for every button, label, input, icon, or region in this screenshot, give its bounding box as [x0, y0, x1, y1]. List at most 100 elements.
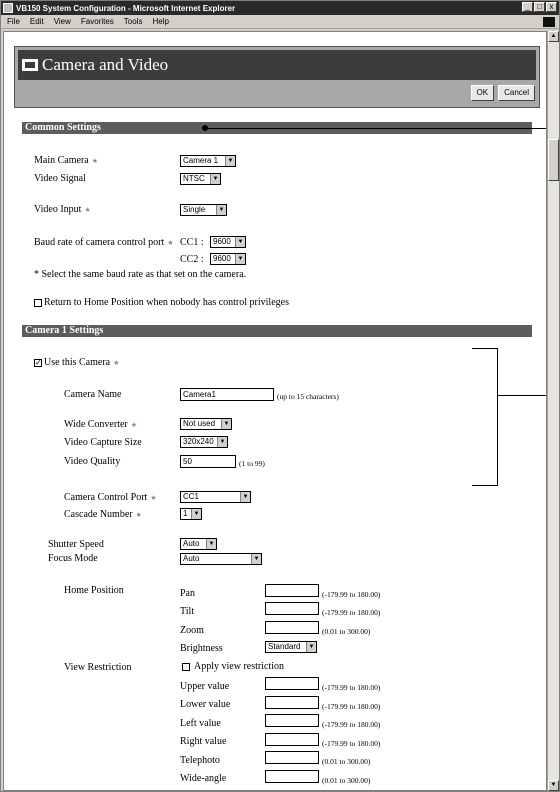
capture-size-label: Video Capture Size: [64, 437, 142, 448]
main-camera-label: Main Camera ★: [34, 155, 98, 166]
check-icon: ✓: [35, 358, 42, 367]
scroll-down-icon[interactable]: ▼: [548, 780, 559, 791]
brightness-select[interactable]: Standard ▼: [265, 641, 317, 653]
wide-angle-field[interactable]: [265, 770, 319, 783]
pan-label: Pan: [180, 588, 195, 599]
video-quality-label: Video Quality: [64, 456, 121, 467]
panel-buttons: OK Cancel: [470, 85, 535, 101]
video-signal-label: Video Signal: [34, 173, 86, 184]
close-button[interactable]: x: [546, 2, 557, 12]
star-icon: ★: [84, 206, 91, 214]
apply-restriction-label: Apply view restriction: [194, 661, 284, 672]
star-icon: ★: [130, 421, 138, 429]
right-value-field[interactable]: [265, 733, 319, 746]
telephoto-field[interactable]: [265, 751, 319, 764]
vertical-scrollbar[interactable]: ▲ ▼: [547, 31, 559, 791]
chevron-down-icon: ▼: [306, 642, 316, 652]
telephoto-hint: (0.01 to 300.00): [322, 757, 371, 766]
zoom-field[interactable]: [265, 621, 319, 634]
return-home-checkbox[interactable]: [34, 299, 42, 307]
title-bar: VB150 System Configuration - Microsoft I…: [1, 1, 559, 15]
menu-favorites[interactable]: Favorites: [76, 17, 119, 26]
maximize-button[interactable]: □: [534, 2, 545, 12]
shutter-select[interactable]: Auto ▼: [180, 538, 217, 550]
view-restriction-label: View Restriction: [64, 662, 132, 673]
video-quality-hint: (1 to 99): [239, 459, 265, 468]
home-position-label: Home Position: [64, 585, 124, 596]
cc2-baud-select[interactable]: 9600 ▼: [210, 253, 246, 265]
apply-restriction-checkbox[interactable]: [182, 663, 190, 671]
common-settings-title: Common Settings: [25, 122, 101, 133]
control-port-label: Camera Control Port ★: [64, 492, 157, 503]
right-value-label: Right value: [180, 736, 227, 747]
use-camera-checkbox[interactable]: ✓: [34, 359, 42, 367]
main-camera-select[interactable]: Camera 1 ▼: [180, 155, 236, 167]
video-quality-field[interactable]: 50: [180, 455, 236, 468]
baud-note: * Select the same baud rate as that set …: [34, 269, 247, 280]
capture-size-select[interactable]: 320x240 ▼: [180, 436, 228, 448]
browser-icon: [3, 3, 13, 13]
minimize-button[interactable]: _: [522, 2, 533, 12]
star-icon: ★: [91, 157, 98, 165]
cc1-label: CC1 :: [180, 237, 204, 248]
star-icon: ★: [113, 359, 120, 367]
chevron-down-icon: ▼: [191, 509, 201, 519]
tilt-field[interactable]: [265, 602, 319, 615]
panel-header: Camera and Video: [18, 50, 536, 80]
return-home-label: Return to Home Position when nobody has …: [44, 297, 289, 308]
use-camera-label: Use this Camera ★: [44, 357, 120, 368]
menu-bar: File Edit View Favorites Tools Help: [1, 15, 559, 29]
cc2-label: CC2 :: [180, 254, 204, 265]
control-port-select[interactable]: CC1 ▼: [180, 491, 251, 503]
menu-view[interactable]: View: [49, 17, 76, 26]
tilt-label: Tilt: [180, 606, 195, 617]
menu-edit[interactable]: Edit: [25, 17, 49, 26]
left-value-hint: (-179.99 to 180.00): [322, 720, 381, 729]
chevron-down-icon: ▼: [251, 554, 261, 564]
telephoto-label: Telephoto: [180, 755, 220, 766]
wide-converter-label: Wide Converter ★: [64, 419, 138, 430]
chevron-down-icon: ▼: [216, 205, 226, 215]
right-value-hint: (-179.99 to 180.00): [322, 739, 381, 748]
star-icon: ★: [150, 494, 157, 502]
wide-angle-label: Wide-angle: [180, 773, 227, 784]
scroll-thumb[interactable]: [548, 139, 559, 181]
shutter-label: Shutter Speed: [48, 539, 104, 550]
lower-value-label: Lower value: [180, 699, 231, 710]
menu-tools[interactable]: Tools: [119, 17, 148, 26]
menu-file[interactable]: File: [1, 17, 25, 26]
brightness-label: Brightness: [180, 643, 223, 654]
cancel-button[interactable]: Cancel: [498, 85, 535, 101]
scroll-up-icon[interactable]: ▲: [548, 31, 559, 42]
ie-logo-icon: [543, 17, 555, 27]
camera-name-hint: (up to 15 characters): [277, 392, 339, 401]
upper-value-label: Upper value: [180, 681, 230, 692]
zoom-hint: (0.01 to 300.00): [322, 627, 371, 636]
wide-converter-select[interactable]: Not used ▼: [180, 418, 232, 430]
tilt-hint: (-179.99 to 180.00): [322, 608, 381, 617]
cc1-baud-select[interactable]: 9600 ▼: [210, 236, 246, 248]
upper-value-field[interactable]: [265, 677, 319, 690]
video-input-select[interactable]: Single ▼: [180, 204, 227, 216]
camera-name-field[interactable]: Camera1: [180, 388, 274, 401]
left-value-field[interactable]: [265, 714, 319, 727]
cascade-select[interactable]: 1 ▼: [180, 508, 202, 520]
star-icon: ★: [135, 511, 142, 519]
chevron-down-icon: ▼: [210, 174, 220, 184]
cascade-label: Cascade Number ★: [64, 509, 142, 520]
config-panel: Camera and Video OK Cancel: [14, 46, 540, 108]
pan-field[interactable]: [265, 584, 319, 597]
menu-help[interactable]: Help: [147, 17, 173, 26]
video-signal-select[interactable]: NTSC ▼: [180, 173, 221, 185]
chevron-down-icon: ▼: [217, 437, 227, 447]
window-controls: _ □ x: [522, 2, 557, 12]
chevron-down-icon: ▼: [221, 419, 231, 429]
browser-window: VB150 System Configuration - Microsoft I…: [0, 0, 560, 792]
camera-panel-icon: [22, 59, 38, 71]
callout-line-2: [498, 395, 546, 396]
upper-value-hint: (-179.99 to 180.00): [322, 683, 381, 692]
focus-select[interactable]: Auto ▼: [180, 553, 262, 565]
window-title: VB150 System Configuration - Microsoft I…: [16, 3, 236, 13]
lower-value-field[interactable]: [265, 696, 319, 709]
ok-button[interactable]: OK: [470, 85, 495, 101]
